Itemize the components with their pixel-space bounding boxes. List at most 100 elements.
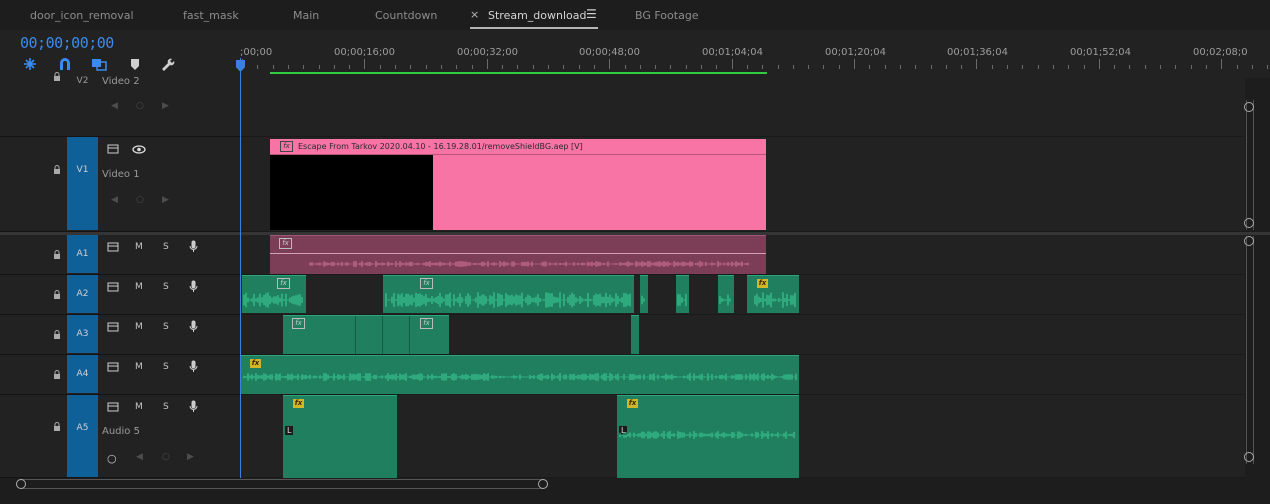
microphone-icon[interactable] — [189, 240, 198, 253]
toggle-sync-lock-icon[interactable] — [107, 402, 119, 412]
clip-title: Escape From Tarkov 2020.04.10 - 16.19.28… — [298, 142, 583, 151]
tab-menu-icon[interactable]: ☰ — [586, 7, 597, 21]
solo-button[interactable]: S — [163, 322, 169, 332]
ruler-tick — [593, 65, 595, 69]
wrench-settings-icon[interactable] — [159, 56, 175, 72]
next-keyframe-icon[interactable]: ▶ — [162, 101, 169, 111]
ruler-tick — [716, 65, 718, 69]
ruler-tick — [287, 65, 289, 69]
ruler-tick — [318, 65, 320, 69]
audio-clip[interactable] — [631, 315, 639, 354]
ruler-tick — [1251, 65, 1253, 69]
horizontal-zoom-scrollbar[interactable] — [16, 479, 1244, 489]
lock-icon[interactable] — [52, 330, 62, 340]
lock-icon[interactable] — [52, 290, 62, 300]
mute-button[interactable]: M — [135, 362, 143, 372]
track-lane-a5[interactable]: fx L fx L — [240, 395, 1245, 478]
track-target-a3[interactable]: A3 — [67, 315, 98, 353]
sequence-tab-bar: door_icon_removal fast_mask Main Countdo… — [0, 0, 1270, 30]
add-marker-icon[interactable] — [127, 56, 143, 72]
audio-vertical-scrollbar[interactable] — [1244, 236, 1254, 464]
video-vertical-scrollbar[interactable] — [1244, 100, 1254, 230]
microphone-icon[interactable] — [189, 320, 198, 333]
ruler-tick — [609, 59, 611, 69]
tab-door-icon-removal[interactable]: door_icon_removal — [30, 9, 134, 22]
tab-stream-download[interactable]: Stream_download — [488, 9, 587, 22]
toggle-sync-lock-icon[interactable] — [107, 362, 119, 372]
solo-button[interactable]: S — [163, 362, 169, 372]
ruler-tick — [517, 65, 519, 69]
volume-knob-icon[interactable]: ○ — [107, 452, 117, 465]
add-keyframe-icon[interactable]: ○ — [162, 452, 170, 462]
video-clip[interactable]: fx Escape From Tarkov 2020.04.10 - 16.19… — [270, 139, 766, 230]
track-lane-a4[interactable]: fx — [240, 355, 1245, 395]
playhead-line[interactable] — [240, 58, 241, 478]
track-target-a2[interactable]: A2 — [67, 275, 98, 313]
microphone-icon[interactable] — [189, 280, 198, 293]
mute-button[interactable]: M — [135, 242, 143, 252]
tab-bg-footage[interactable]: BG Footage — [635, 9, 699, 22]
add-keyframe-icon[interactable]: ○ — [136, 101, 144, 111]
ruler-tick — [532, 65, 534, 69]
tab-fast-mask[interactable]: fast_mask — [183, 9, 239, 22]
tab-main[interactable]: Main — [293, 9, 319, 22]
track-target-v2[interactable]: V2 — [67, 76, 98, 86]
add-keyframe-icon[interactable]: ○ — [136, 195, 144, 205]
eye-icon[interactable] — [132, 145, 146, 154]
track-header-a4: A4 M S — [0, 355, 240, 395]
ruler-label: 00;01;52;04 — [1070, 47, 1132, 58]
track-lane-v2[interactable] — [240, 78, 1245, 137]
mute-button[interactable]: M — [135, 402, 143, 412]
mute-button[interactable]: M — [135, 282, 143, 292]
linked-selection-icon[interactable] — [91, 56, 107, 72]
ruler-tick — [685, 65, 687, 69]
track-target-a5[interactable]: A5 — [67, 395, 98, 477]
track-name-a5: Audio 5 — [102, 426, 140, 437]
audio-clip[interactable]: fx fx — [283, 315, 449, 354]
close-tab-icon[interactable]: × — [470, 8, 479, 21]
track-header-a5: A5 M S Audio 5 ○ ◀ ○ ▶ — [0, 395, 240, 478]
microphone-icon[interactable] — [189, 360, 198, 373]
track-name-v2: Video 2 — [102, 76, 140, 87]
lock-icon[interactable] — [52, 250, 62, 260]
lock-icon[interactable] — [52, 422, 62, 432]
prev-keyframe-icon[interactable]: ◀ — [111, 101, 118, 111]
snap-magnet-icon[interactable] — [57, 56, 73, 72]
solo-button[interactable]: S — [163, 402, 169, 412]
solo-button[interactable]: S — [163, 282, 169, 292]
next-keyframe-icon[interactable]: ▶ — [162, 195, 169, 205]
tab-countdown[interactable]: Countdown — [375, 9, 437, 22]
prev-keyframe-icon[interactable]: ◀ — [111, 195, 118, 205]
toggle-sync-lock-icon[interactable] — [107, 242, 119, 252]
work-area-bar[interactable] — [270, 72, 767, 74]
track-lane-v1[interactable]: fx Escape From Tarkov 2020.04.10 - 16.19… — [240, 137, 1245, 232]
prev-keyframe-icon[interactable]: ◀ — [136, 452, 143, 462]
ruler-label: ;00;00 — [240, 47, 273, 58]
track-target-v1[interactable]: V1 — [67, 137, 98, 230]
toggle-sync-lock-icon[interactable] — [107, 144, 119, 154]
lock-icon[interactable] — [52, 165, 62, 175]
next-keyframe-icon[interactable]: ▶ — [187, 452, 194, 462]
track-target-a1[interactable]: A1 — [67, 235, 98, 273]
ruler-tick — [762, 65, 764, 69]
microphone-icon[interactable] — [189, 400, 198, 413]
ruler-tick — [349, 65, 351, 69]
lock-icon[interactable] — [52, 72, 62, 82]
ruler-tick — [991, 65, 993, 69]
track-lane-a2[interactable]: fx fx fx — [240, 275, 1245, 315]
track-lane-a3[interactable]: fx fx — [240, 315, 1245, 355]
audio-clip[interactable]: fx — [270, 235, 766, 274]
track-lane-a1[interactable]: fx — [240, 235, 1245, 275]
ruler-tick — [379, 65, 381, 69]
solo-button[interactable]: S — [163, 242, 169, 252]
lock-icon[interactable] — [52, 370, 62, 380]
active-tab-underline — [470, 27, 598, 29]
mute-button[interactable]: M — [135, 322, 143, 332]
playhead-timecode[interactable]: 00;00;00;00 — [20, 34, 114, 52]
toggle-sync-lock-icon[interactable] — [107, 322, 119, 332]
nest-sequence-icon[interactable] — [22, 56, 38, 72]
ruler-tick — [899, 65, 901, 69]
toggle-sync-lock-icon[interactable] — [107, 282, 119, 292]
time-ruler[interactable]: ;00;00 00;00;16;00 00;00;32;00 00;00;48;… — [240, 30, 1270, 78]
track-target-a4[interactable]: A4 — [67, 355, 98, 393]
